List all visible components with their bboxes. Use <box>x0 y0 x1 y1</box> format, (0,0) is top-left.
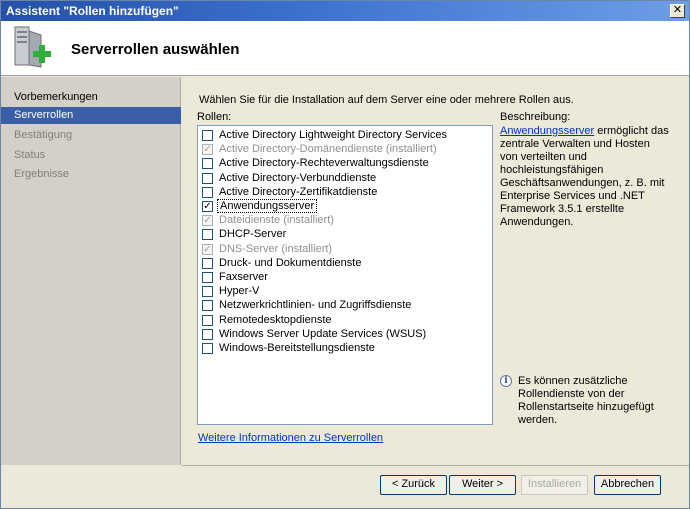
role-row[interactable]: Druck- und Dokumentdienste <box>202 257 490 271</box>
roles-list[interactable]: Active Directory Lightweight Directory S… <box>197 125 493 425</box>
cancel-button[interactable]: Abbrechen <box>594 475 661 495</box>
wizard-window: Assistent "Rollen hinzufügen" ✕ Serverro… <box>0 0 690 509</box>
description-text: Anwendungsserver ermöglicht das zentrale… <box>500 125 670 229</box>
nav-item-bestaetigung: Bestätigung <box>14 129 73 141</box>
description-body: ermöglicht das zentrale Verwalten und Ho… <box>500 125 669 228</box>
main-content: Wählen Sie für die Installation auf dem … <box>182 77 689 465</box>
role-label: Active Directory-Rechteverwaltungsdienst… <box>219 157 429 170</box>
nav-item-ergebnisse: Ergebnisse <box>14 168 70 180</box>
nav-item-status: Status <box>14 149 46 161</box>
more-info-link[interactable]: Weitere Informationen zu Serverrollen <box>198 432 383 444</box>
nav-item-serverrollen[interactable]: Serverrollen <box>1 107 181 124</box>
role-checkbox[interactable] <box>202 300 213 312</box>
roles-label: Rollen: <box>197 111 232 123</box>
role-checkbox[interactable] <box>202 286 213 298</box>
title-bar[interactable]: Assistent "Rollen hinzufügen" ✕ <box>1 1 689 21</box>
role-checkbox[interactable] <box>202 172 213 184</box>
role-label: Active Directory Lightweight Directory S… <box>219 129 448 141</box>
role-checkbox[interactable] <box>202 130 213 141</box>
role-checkbox[interactable] <box>202 186 213 198</box>
close-button[interactable]: ✕ <box>670 4 685 18</box>
role-label: Hyper-V <box>219 285 260 298</box>
role-checkbox[interactable] <box>202 229 213 241</box>
role-label: Active Directory-Domänendienste (install… <box>219 143 437 156</box>
role-label: Druck- und Dokumentdienste <box>219 256 362 269</box>
role-label: Windows-Bereitstellungsdienste <box>219 342 375 354</box>
description-label: Beschreibung: <box>500 111 571 123</box>
role-row[interactable]: Windows Server Update Services (WSUS) <box>202 328 490 342</box>
role-checkbox[interactable] <box>202 343 213 354</box>
window-title: Assistent "Rollen hinzufügen" <box>6 4 179 18</box>
role-row[interactable]: DHCP-Server <box>202 228 490 242</box>
role-label: Active Directory-Verbunddienste <box>219 171 377 184</box>
role-row: ✓ Dateidienste (installiert) <box>202 214 490 228</box>
role-label: Windows Server Update Services (WSUS) <box>219 327 427 340</box>
role-row[interactable]: Remotedesktopdienste <box>202 314 490 328</box>
instruction-text: Wählen Sie für die Installation auf dem … <box>199 94 574 106</box>
role-label: Dateidienste (installiert) <box>219 214 334 227</box>
role-row[interactable]: Active Directory-Rechteverwaltungsdienst… <box>202 157 490 171</box>
wizard-nav: Vorbemerkungen Serverrollen Bestätigung … <box>1 77 181 465</box>
role-label: DHCP-Server <box>219 228 287 241</box>
role-row[interactable]: Hyper-V <box>202 285 490 299</box>
role-label: Netzwerkrichtlinien- und Zugriffsdienste <box>219 299 412 312</box>
button-bar: < Zurück Weiter > Installieren Abbrechen <box>182 465 689 508</box>
role-label: Remotedesktopdienste <box>219 313 332 326</box>
wizard-header: Serverrollen auswählen <box>1 21 689 76</box>
role-label: Faxserver <box>219 271 268 283</box>
role-row[interactable]: Active Directory-Verbunddienste <box>202 172 490 186</box>
role-row: ✓ DNS-Server (installiert) <box>202 243 490 257</box>
role-checkbox[interactable] <box>202 328 213 340</box>
server-add-icon <box>14 26 51 68</box>
role-row[interactable]: Active Directory Lightweight Directory S… <box>202 129 490 143</box>
role-checkbox: ✓ <box>202 144 213 156</box>
role-label: DNS-Server (installiert) <box>219 242 333 255</box>
back-button[interactable]: < Zurück <box>380 475 447 495</box>
page-title: Serverrollen auswählen <box>71 41 240 58</box>
info-text: Es können zusätzliche Rollendienste von … <box>518 375 654 426</box>
role-checkbox[interactable]: ✓ <box>202 201 213 212</box>
next-button[interactable]: Weiter > <box>449 475 516 495</box>
role-row[interactable]: Windows-Bereitstellungsdienste <box>202 342 490 356</box>
info-icon: i <box>500 375 512 387</box>
role-row: ✓ Active Directory-Domänendienste (instal… <box>202 143 490 157</box>
role-checkbox[interactable] <box>202 257 213 269</box>
role-row[interactable]: ✓ Anwendungsserver <box>202 199 490 214</box>
role-checkbox[interactable] <box>202 272 213 283</box>
role-checkbox: ✓ <box>202 243 213 255</box>
install-button: Installieren <box>521 475 588 495</box>
role-row[interactable]: Netzwerkrichtlinien- und Zugriffsdienste <box>202 299 490 313</box>
role-checkbox[interactable] <box>202 158 213 170</box>
role-row[interactable]: Active Directory-Zertifikatdienste <box>202 186 490 200</box>
nav-item-vorbemerkungen[interactable]: Vorbemerkungen <box>1 89 181 106</box>
role-checkbox[interactable] <box>202 314 213 326</box>
role-checkbox: ✓ <box>202 215 213 227</box>
role-row[interactable]: Faxserver <box>202 271 490 285</box>
description-link[interactable]: Anwendungsserver <box>500 125 594 137</box>
role-label: Anwendungsserver <box>217 199 318 213</box>
role-label: Active Directory-Zertifikatdienste <box>219 185 378 198</box>
